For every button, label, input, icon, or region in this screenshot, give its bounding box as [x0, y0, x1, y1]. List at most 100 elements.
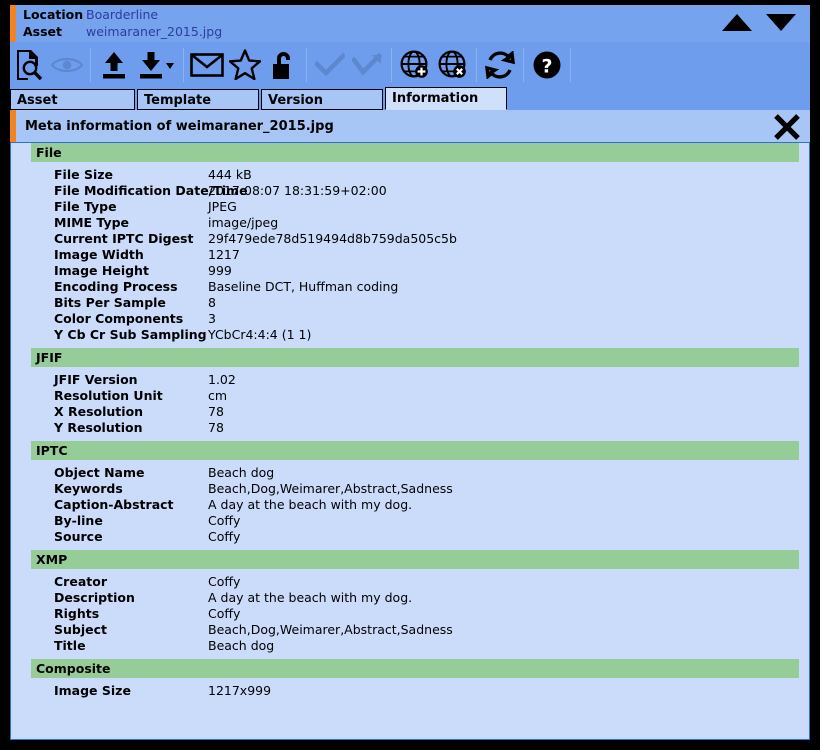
metadata-row: Creator Coffy: [11, 574, 809, 590]
tab-version[interactable]: Version: [261, 89, 383, 110]
metadata-value: 78: [208, 404, 224, 419]
metadata-value: Beach,Dog,Weimarer,Abstract,Sadness: [208, 622, 453, 637]
metadata-value: JPEG: [208, 199, 237, 214]
metadata-row: Description A day at the beach with my do…: [11, 590, 809, 606]
refresh-icon[interactable]: [481, 45, 519, 85]
section-header: Composite: [31, 659, 799, 678]
metadata-row: Subject Beach,Dog,Weimarer,Abstract,Sadne…: [11, 622, 809, 638]
metadata-key: Y Cb Cr Sub Sampling: [54, 327, 207, 342]
metadata-value: 3: [208, 311, 216, 326]
toolbar-separator: [476, 47, 477, 82]
metadata-key: By-line: [54, 513, 103, 528]
unlock-padlock-icon[interactable]: [264, 45, 302, 85]
toolbar-separator: [523, 47, 524, 82]
previous-asset-arrow-icon[interactable]: [722, 14, 752, 31]
tab-asset[interactable]: Asset: [10, 89, 135, 110]
metadata-row: Y Resolution 78: [11, 420, 809, 436]
metadata-row: Bits Per Sample 8: [11, 295, 809, 311]
header-accent-bar: [10, 5, 16, 42]
metadata-row: Y Cb Cr Sub SamplingYCbCr4:4:4 (1 1): [11, 327, 809, 343]
globe-remove-icon[interactable]: [434, 45, 472, 85]
metadata-key: Subject: [54, 622, 107, 637]
location-row: Location Boarderline: [23, 6, 222, 23]
asset-header: Location Boarderline Asset weimaraner_2015…: [10, 5, 810, 42]
metadata-key: File Modification Date/Time: [54, 183, 248, 198]
metadata-row: Title Beach dog: [11, 638, 809, 654]
metadata-key: Keywords: [54, 481, 123, 496]
asset-value[interactable]: weimaraner_2015.jpg: [86, 24, 222, 39]
eye-preview-icon[interactable]: [48, 45, 86, 85]
section-rows: File Size 444 kB File Modification Date/Ti…: [11, 162, 809, 348]
application-window: Location Boarderline Asset weimaraner_2015…: [0, 0, 820, 750]
metadata-value: Beach,Dog,Weimarer,Abstract,Sadness: [208, 481, 453, 496]
close-icon[interactable]: [772, 112, 802, 142]
metadata-row: File Size 444 kB: [11, 167, 809, 183]
envelope-mail-icon[interactable]: [188, 45, 226, 85]
metadata-row: Source Coffy: [11, 529, 809, 545]
star-favorite-icon[interactable]: [226, 45, 264, 85]
svg-text:?: ?: [541, 55, 552, 77]
metadata-key: JFIF Version: [54, 372, 138, 387]
metadata-section: IPTC Object Name Beach dog Keywords Beach,Do…: [11, 441, 809, 550]
toolbar-separator: [90, 47, 91, 82]
metadata-section: Composite Image Size 1217x999: [11, 659, 809, 704]
inspect-document-icon[interactable]: [10, 45, 48, 85]
tab-information[interactable]: Information: [385, 87, 507, 110]
metadata-value: Beach dog: [208, 465, 275, 480]
metadata-key: Current IPTC Digest: [54, 231, 194, 246]
metadata-row: MIME Type image/jpeg: [11, 215, 809, 231]
metadata-key: Image Width: [54, 247, 144, 262]
metadata-value: Baseline DCT, Huffman coding: [208, 279, 399, 294]
section-rows: Creator Coffy Description A day at the beac…: [11, 569, 809, 659]
metadata-value: 2017:08:07 18:31:59+02:00: [208, 183, 387, 198]
metadata-row: Rights Coffy: [11, 606, 809, 622]
metadata-value: Coffy: [208, 513, 241, 528]
metadata-key: Creator: [54, 574, 107, 589]
tab-template[interactable]: Template: [137, 89, 259, 110]
help-icon[interactable]: ?: [528, 45, 566, 85]
metadata-row: Resolution Unit cm: [11, 388, 809, 404]
metadata-value: A day at the beach with my dog.: [208, 590, 413, 605]
location-label: Location: [23, 7, 84, 22]
metadata-key: Object Name: [54, 465, 145, 480]
section-header: XMP: [31, 550, 799, 569]
toolbar-separator: [570, 47, 571, 82]
metadata-value: 1217x999: [208, 683, 272, 698]
metadata-sections: File File Size 444 kB File Modification Dat…: [11, 143, 809, 704]
next-asset-arrow-icon[interactable]: [766, 14, 796, 31]
section-rows: JFIF Version 1.02 Resolution Unit cm X Resol…: [11, 367, 809, 441]
metadata-value: Coffy: [208, 606, 241, 621]
asset-navigation: [722, 14, 796, 31]
asset-label: Asset: [23, 24, 63, 39]
metadata-row: Image Width 1217: [11, 247, 809, 263]
metadata-row: X Resolution 78: [11, 404, 809, 420]
main-toolbar: ?: [10, 42, 810, 87]
location-value[interactable]: Boarderline: [86, 7, 158, 22]
check-approve-icon[interactable]: [311, 45, 349, 85]
download-icon[interactable]: [133, 45, 179, 85]
meta-information-panel[interactable]: File File Size 444 kB File Modification Dat…: [10, 142, 810, 740]
metadata-value: 1.02: [208, 372, 236, 387]
meta-panel-title: Meta information of weimaraner_2015.jpg: [25, 119, 334, 134]
metadata-value: YCbCr4:4:4 (1 1): [208, 327, 312, 342]
metadata-row: JFIF Version 1.02: [11, 372, 809, 388]
header-fields: Location Boarderline Asset weimaraner_2015…: [23, 6, 222, 40]
metadata-value: 999: [208, 263, 232, 278]
metadata-value: 78: [208, 420, 224, 435]
metadata-key: Title: [54, 638, 86, 653]
metadata-row: Current IPTC Digest 29f479ede78d519494d8b…: [11, 231, 809, 247]
section-rows: Image Size 1217x999: [11, 678, 809, 704]
metadata-key: Caption-Abstract: [54, 497, 174, 512]
metadata-value: Beach dog: [208, 638, 275, 653]
tab-bar: Asset Template Version Information: [10, 87, 810, 110]
metadata-row: By-line Coffy: [11, 513, 809, 529]
metadata-key: X Resolution: [54, 404, 144, 419]
globe-add-icon[interactable]: [396, 45, 434, 85]
section-rows: Object Name Beach dog Keywords Beach,Dog,We…: [11, 460, 809, 550]
metadata-value: image/jpeg: [208, 215, 279, 230]
metadata-section: JFIF JFIF Version 1.02 Resolution Unit cm X R…: [11, 348, 809, 441]
check-arrow-icon[interactable]: [349, 45, 387, 85]
upload-icon[interactable]: [95, 45, 133, 85]
metadata-value: A day at the beach with my dog.: [208, 497, 413, 512]
metadata-row: Caption-Abstract A day at the beach with …: [11, 497, 809, 513]
